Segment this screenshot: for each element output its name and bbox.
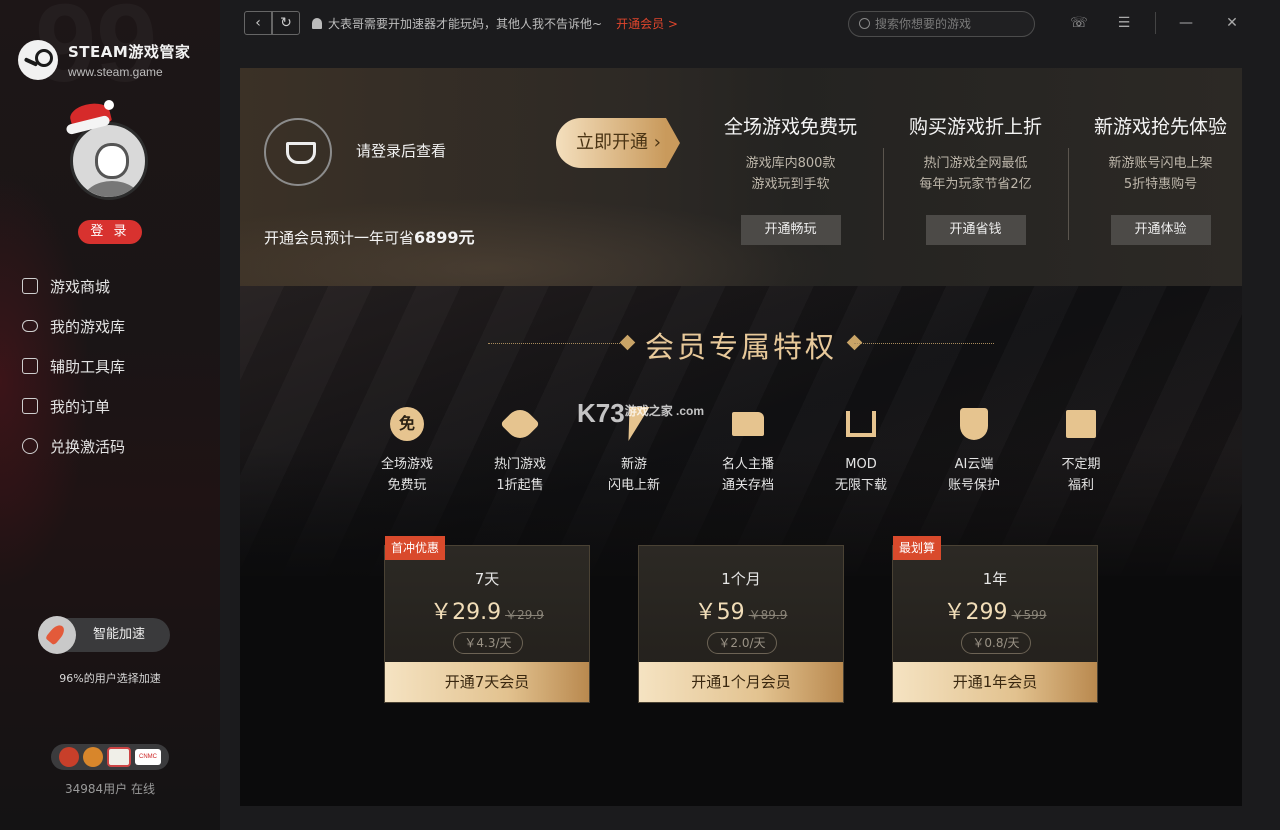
sidebar-item-orders[interactable]: 我的订单 [22,386,212,426]
plan-daily-price: ￥4.3/天 [453,632,523,654]
online-count: 34984用户 在线 [65,782,155,796]
plan-price: ￥59 ￥89.9 [694,600,788,625]
sidebar-item-label: 我的订单 [50,397,111,416]
benefit-discount: 购买游戏折上折 热门游戏全网最低 每年为玩家节省2亿 开通省钱 [883,112,1068,245]
plan-duration: 7天 [474,570,500,588]
steam-logo-icon [18,40,58,80]
sidebar-item-redeem[interactable]: 兑换激活码 [22,426,212,466]
sidebar-item-label: 兑换激活码 [50,437,126,456]
plan-daily-price: ￥0.8/天 [961,632,1031,654]
open-play-button[interactable]: 开通畅玩 [740,215,841,245]
speed-label: 智能加速 [93,627,146,642]
speed-subtitle: 96%的用户选择加速 [59,672,161,685]
menu-icon[interactable]: ☰ [1113,12,1135,34]
buy-7-days-button[interactable]: 开通7天会员 [385,662,589,702]
download-icon [846,411,876,437]
sidebar-item-label: 游戏商城 [50,277,111,296]
notice-bar: 大表哥需要开加速器才能玩妈，其他人我不告诉他~ 开通会员 > [312,15,678,32]
order-icon [22,398,38,414]
security-badge-icon [83,747,103,767]
sidebar-nav: 游戏商城 我的游戏库 辅助工具库 我的订单 兑换激活码 [22,266,212,466]
rocket-icon [38,616,76,654]
cnmc-badge-icon: CNMC [135,749,161,765]
gamepad-icon [22,320,38,332]
smart-accelerate-button[interactable]: 智能加速 [38,616,170,654]
avatar[interactable] [65,99,150,200]
feature-protection: AI云端 账号保护 [924,406,1024,496]
sidebar-item-library[interactable]: 我的游戏库 [22,306,212,346]
back-button[interactable]: ‹ [244,11,272,35]
police-badge-icon [59,747,79,767]
app-window: 99 STEAM游戏管家 www.steam.game 登 录 游戏商城 [0,0,1280,830]
refresh-button[interactable]: ↻ [272,11,300,35]
folder-icon [732,412,764,436]
logo-url: www.steam.game [68,65,163,79]
benefit-free-play: 全场游戏免费玩 游戏库内800款 游戏玩到手软 开通畅玩 [698,112,883,245]
top-bar: ‹ ↻ 大表哥需要开加速器才能玩妈，其他人我不告诉他~ 开通会员 > ☏ ☰ —… [220,0,1280,46]
plan-card-1-month[interactable]: 1个月 ￥59 ￥89.9 ￥2.0/天 开通1个月会员 [638,545,844,703]
shield-icon [960,408,988,440]
license-badge-icon [107,747,131,767]
member-privileges: 会员专属特权 免 全场游戏 免费玩 热门游戏 1折起售 新游 闪电上新 名人主播… [240,286,1242,806]
gift-icon [1066,410,1096,438]
save-amount: 6899元 [414,228,475,247]
sidebar-item-label: 我的游戏库 [50,317,126,336]
sidebar-item-store[interactable]: 游戏商城 [22,266,212,306]
notice-text: 大表哥需要开加速器才能玩妈，其他人我不告诉他~ [328,17,603,31]
plan-price: ￥299 ￥599 [943,600,1047,625]
feature-discount: 热门游戏 1折起售 [470,404,570,496]
minimize-icon[interactable]: — [1175,12,1197,34]
redeem-icon [22,438,38,454]
site-watermark: K73游戏之家 .com [577,398,705,428]
plan-price: ￥29.9 ￥29.9 [430,600,544,625]
feature-mod: MOD 无限下载 [811,406,911,496]
divider [1155,12,1156,34]
plan-tag: 首冲优惠 [385,536,446,560]
buy-1-year-button[interactable]: 开通1年会员 [893,662,1097,702]
certification-badges: CNMC [51,744,169,770]
benefit-early-access: 新游戏抢先体验 新游账号闪电上架 5折特惠购号 开通体验 [1068,112,1242,245]
logo-title: STEAM游戏管家 [68,43,191,61]
feature-welfare: 不定期 福利 [1031,406,1131,496]
vip-promo-banner: 请登录后查看 开通会员预计一年可省6899元 立即开通 › 全场游戏免费玩 游戏… [240,68,1242,286]
open-experience-button[interactable]: 开通体验 [1110,215,1211,245]
free-icon: 免 [390,407,424,441]
buy-1-month-button[interactable]: 开通1个月会员 [639,662,843,702]
login-button[interactable]: 登 录 [78,220,142,244]
plan-duration: 1年 [982,570,1008,588]
promo-save-text: 开通会员预计一年可省6899元 [264,228,475,247]
search-input[interactable] [875,15,1025,33]
close-icon[interactable]: ✕ [1221,12,1243,34]
open-save-button[interactable]: 开通省钱 [925,215,1026,245]
sidebar: 99 STEAM游戏管家 www.steam.game 登 录 游戏商城 [0,0,220,830]
vip-diamond-icon [264,118,332,186]
store-icon [22,278,38,294]
open-membership-link[interactable]: 开通会员 > [616,15,678,32]
tag-icon [500,404,540,444]
feature-saves: 名人主播 通关存档 [698,406,798,496]
plan-daily-price: ￥2.0/天 [707,632,777,654]
plan-tag: 最划算 [893,536,942,560]
headset-icon[interactable]: ☏ [1068,12,1090,34]
sidebar-item-tools[interactable]: 辅助工具库 [22,346,212,386]
privileges-title: 会员专属特权 [644,330,837,364]
plan-duration: 1个月 [721,570,761,588]
plan-card-1-year[interactable]: 最划算 1年 ￥299 ￥599 ￥0.8/天 开通1年会员 [892,536,1098,703]
santa-hat-icon [64,99,114,136]
open-now-button[interactable]: 立即开通 › [556,118,680,168]
plan-card-7-days[interactable]: 首冲优惠 7天 ￥29.9 ￥29.9 ￥4.3/天 开通7天会员 [384,536,590,703]
avatar-image [70,122,148,200]
search-box[interactable] [848,11,1035,37]
toolbox-icon [22,358,38,374]
logo[interactable]: STEAM游戏管家 www.steam.game [18,40,190,80]
promo-login-text: 请登录后查看 [356,142,447,160]
sidebar-item-label: 辅助工具库 [50,357,126,376]
bell-icon [312,18,322,29]
feature-free-play: 免 全场游戏 免费玩 [357,406,457,496]
search-icon [859,18,870,29]
